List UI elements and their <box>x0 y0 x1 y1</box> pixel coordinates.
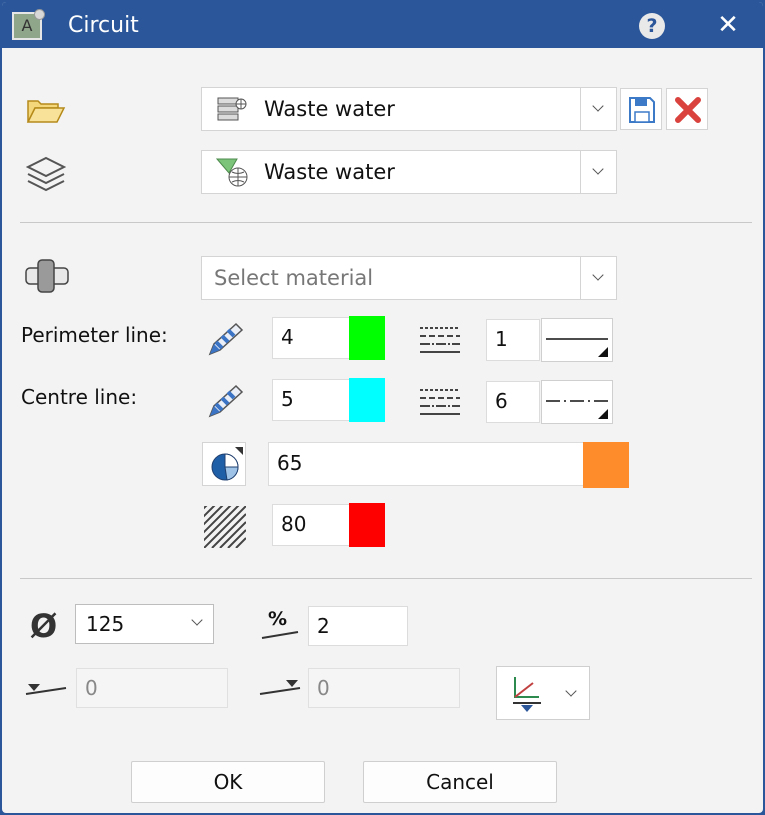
centre-line-label: Centre line: <box>21 385 138 409</box>
perimeter-linetype-input[interactable]: 1 <box>486 319 540 361</box>
help-button[interactable]: ? <box>639 13 665 39</box>
slope-input[interactable]: 2 <box>308 606 408 646</box>
layer-value: Waste water <box>264 160 395 184</box>
save-button[interactable] <box>620 88 662 130</box>
window-title: Circuit <box>68 13 139 38</box>
perimeter-pen-input[interactable]: 4 <box>272 317 350 359</box>
chevron-down-icon[interactable] <box>580 151 616 193</box>
group-value: Waste water <box>264 97 395 121</box>
end-height-icon <box>259 680 301 695</box>
fill-style-button[interactable] <box>202 442 246 486</box>
close-button[interactable]: ✕ <box>713 10 743 40</box>
hatch-input[interactable]: 80 <box>272 504 350 546</box>
chevron-down-icon[interactable] <box>580 88 616 130</box>
layers-icon <box>26 156 66 192</box>
layer-globe-icon <box>216 158 248 187</box>
ok-button[interactable]: OK <box>131 761 325 803</box>
linetype-icon <box>420 389 460 415</box>
cancel-button[interactable]: Cancel <box>363 761 557 803</box>
centre-linetype-input[interactable]: 6 <box>486 381 540 423</box>
perimeter-linetype-picker[interactable] <box>541 318 613 362</box>
material-combo[interactable]: Select material <box>201 256 617 300</box>
pie-fill-icon <box>211 447 243 481</box>
start-height-input[interactable]: 0 <box>76 668 228 708</box>
circuit-dialog: A Circuit ? ✕ Waste water Waste water Se… <box>0 0 765 815</box>
delete-x-icon <box>675 97 701 123</box>
floppy-disk-icon <box>629 97 655 123</box>
diameter-combo[interactable]: 125 <box>75 604 214 644</box>
solid-line-preview <box>546 338 608 357</box>
diameter-icon: Ø <box>30 607 58 645</box>
app-icon: A <box>12 9 45 40</box>
title-bar: A Circuit ? ✕ <box>2 2 763 48</box>
linetype-icon <box>420 327 460 353</box>
pen-icon[interactable] <box>204 320 246 360</box>
end-height-input[interactable]: 0 <box>308 668 460 708</box>
reference-height-combo[interactable] <box>496 666 590 720</box>
folder-open-icon <box>26 100 66 123</box>
separator <box>20 222 752 223</box>
database-network-icon <box>217 97 247 121</box>
diameter-value: 125 <box>86 612 125 636</box>
perimeter-pen-color[interactable] <box>349 316 385 360</box>
material-placeholder: Select material <box>214 266 374 290</box>
material-icon <box>25 259 69 293</box>
hatch-color[interactable] <box>349 503 385 547</box>
group-combo[interactable]: Waste water <box>201 87 617 131</box>
slope-line-icon <box>261 631 299 639</box>
hatch-icon <box>204 506 246 548</box>
perimeter-line-label: Perimeter line: <box>21 323 168 347</box>
reference-height-icon <box>513 677 541 712</box>
layer-combo[interactable]: Waste water <box>201 150 617 194</box>
start-height-icon <box>25 684 67 695</box>
chevron-down-icon <box>565 685 577 697</box>
centre-pen-input[interactable]: 5 <box>272 379 350 421</box>
pen-icon[interactable] <box>204 382 246 422</box>
fill-input[interactable]: 65 <box>268 442 584 486</box>
slope-icon: % <box>260 608 300 639</box>
delete-button[interactable] <box>666 88 708 130</box>
chevron-down-icon <box>191 614 203 626</box>
dash-dot-line-preview <box>546 400 608 419</box>
chevron-down-icon[interactable] <box>580 257 616 299</box>
centre-linetype-picker[interactable] <box>541 380 613 424</box>
fill-color[interactable] <box>583 442 629 488</box>
centre-pen-color[interactable] <box>349 378 385 422</box>
separator <box>20 578 752 579</box>
